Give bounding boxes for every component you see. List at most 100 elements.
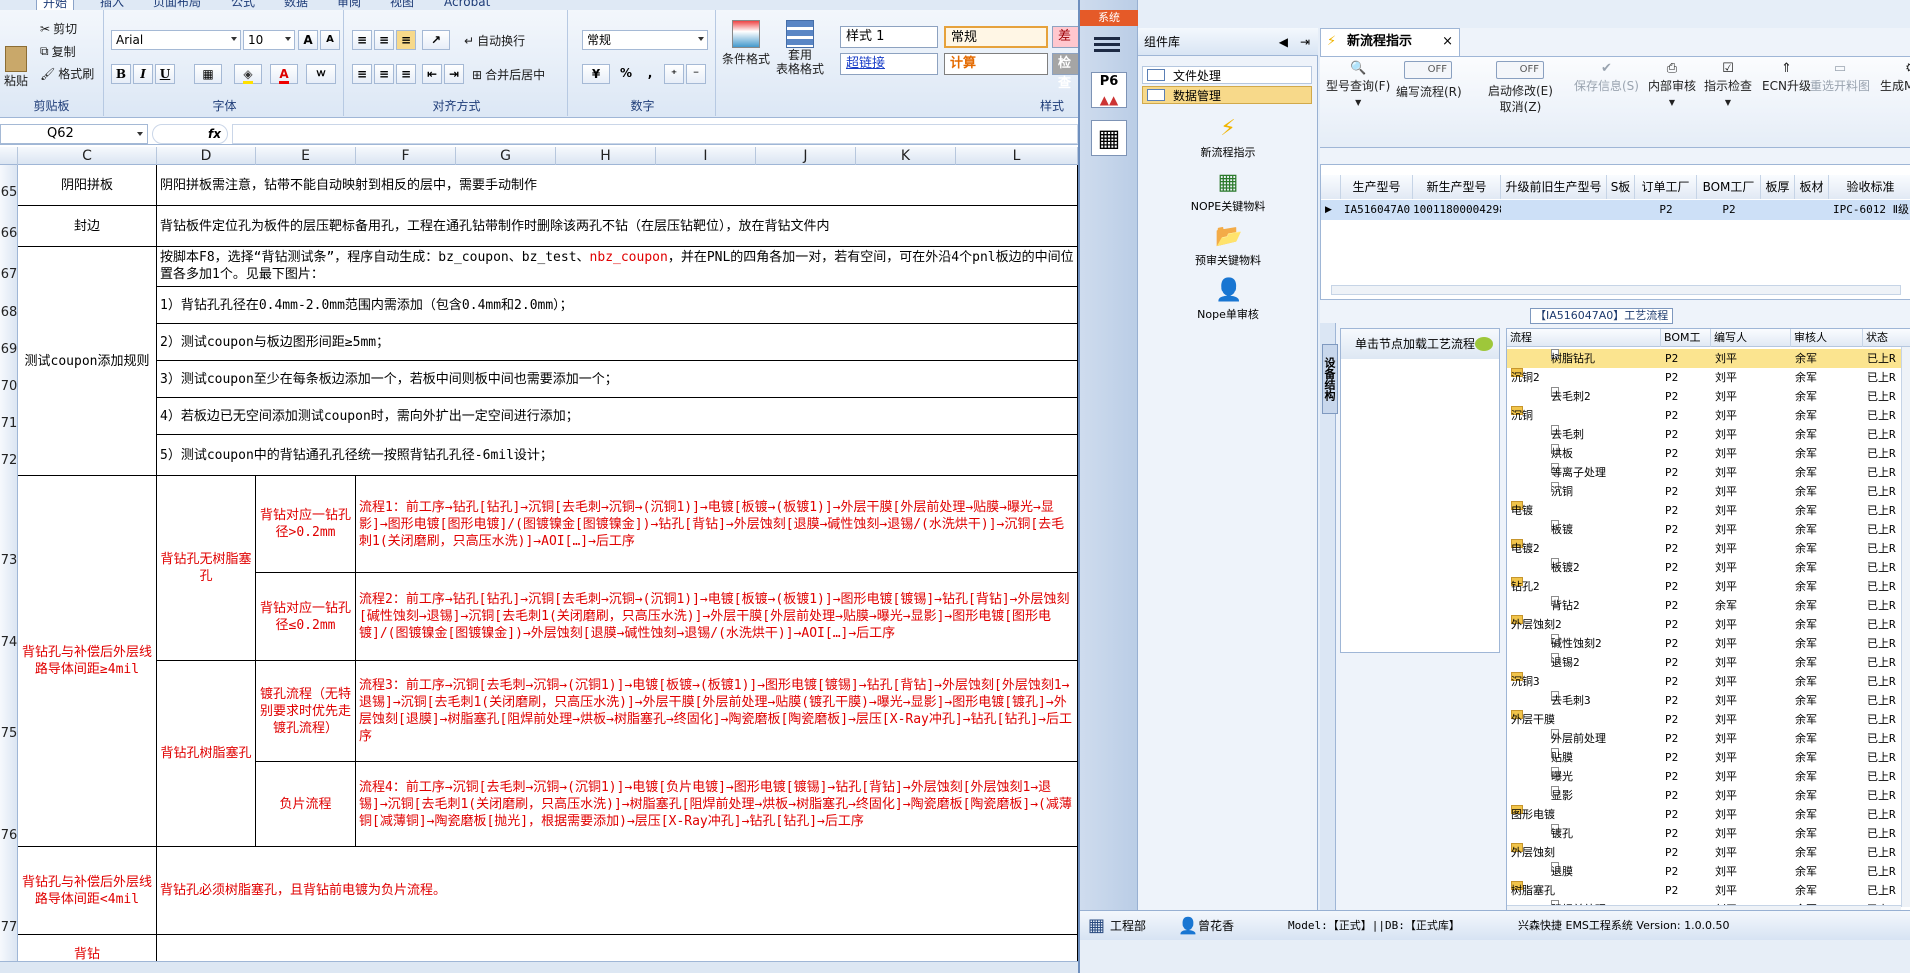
tab-formulas[interactable]: 公式 [231, 0, 255, 10]
tree-row[interactable]: 外层前处理 P2 刘平 余军 已上R [1507, 729, 1910, 748]
column-header[interactable]: C [18, 147, 157, 165]
tab-acrobat[interactable]: Acrobat [444, 0, 490, 10]
percent-button[interactable]: % [616, 64, 636, 84]
generate-mi-button[interactable]: ⚙ 生成MI流程 [1880, 61, 1910, 94]
edit-flow-button[interactable]: 编写流程(R) [1396, 83, 1462, 100]
italic-button[interactable]: I [133, 64, 153, 84]
tree-row[interactable]: 显影 P2 刘平 余军 已上R [1507, 786, 1910, 805]
column-header[interactable]: J [756, 147, 856, 165]
increase-indent-button[interactable]: ⇥ [444, 64, 464, 84]
tab-view[interactable]: 视图 [390, 0, 414, 10]
grid-cell[interactable] [1607, 200, 1635, 220]
cell-cond[interactable]: 镀孔流程（无特别要求时优先走镀孔流程） [256, 661, 356, 762]
tree-row[interactable]: 树脂钻孔 P2 刘平 余军 已上R [1507, 349, 1910, 368]
tree-row[interactable]: 板镀 P2 刘平 余军 已上R [1507, 520, 1910, 539]
number-format-select[interactable]: 常规 [582, 30, 708, 50]
tree-row[interactable]: −电镀2P2刘平余军已上R [1507, 539, 1910, 558]
tree-row[interactable]: 烘板 P2 刘平 余军 已上R [1507, 444, 1910, 463]
tree-row[interactable]: −外层蚀刻P2刘平余军已上R [1507, 843, 1910, 862]
tree-row[interactable]: 曝光 P2 刘平 余军 已上R [1507, 767, 1910, 786]
row-header[interactable]: 74 [0, 635, 18, 650]
decrease-indent-button[interactable]: ⇤ [422, 64, 442, 84]
grid-cell[interactable]: IPC-6012 Ⅱ级 [1829, 200, 1910, 220]
tab-page-layout[interactable]: 页面布局 [153, 0, 201, 10]
grid-header[interactable]: 订单工厂 [1635, 175, 1697, 199]
horizontal-scrollbar[interactable] [1331, 285, 1901, 295]
row-header[interactable]: 76 [0, 828, 18, 843]
grid-header[interactable]: 验收标准 [1829, 175, 1910, 199]
font-size-select[interactable]: 10 [243, 30, 295, 50]
tree-row[interactable]: 碱性蚀刻2 P2 刘平 余军 已上R [1507, 634, 1910, 653]
tree-row[interactable]: −沉铜2P2刘平余军已上R [1507, 368, 1910, 387]
cell-label[interactable]: 封边 [18, 206, 157, 247]
cell-label[interactable]: 阴阳拼板 [18, 165, 157, 206]
cell-text[interactable]: 背钻孔必须树脂塞孔，且背钻前电镀为负片流程。 [157, 847, 1078, 935]
format-as-table-button[interactable]: 套用 表格格式 [776, 20, 824, 76]
vertical-scrollbar[interactable] [1901, 347, 1910, 907]
cell-text[interactable]: 4）若板边已无空间添加测试coupon时，需向外扩出一定空间进行添加； [157, 398, 1078, 435]
cell-flow[interactable]: 流程3：前工序→沉铜[去毛刺→沉铜→(沉铜1)]→电镀[板镀→(板镀1)]→图形… [356, 661, 1078, 762]
grid-cell[interactable] [1501, 200, 1607, 220]
conditional-format-button[interactable]: 条件格式 [722, 20, 770, 67]
tree-col-header[interactable]: 编写人 [1711, 329, 1791, 347]
underline-button[interactable]: U [155, 64, 175, 84]
grid-cell[interactable] [1795, 200, 1829, 220]
tree-row[interactable]: 贴膜 P2 刘平 余军 已上R [1507, 748, 1910, 767]
increase-decimal-button[interactable]: ⁺ [664, 64, 684, 84]
format-painter-button[interactable]: 🖌 格式刷 [40, 65, 94, 82]
pin-icon[interactable]: ⇥ [1300, 28, 1310, 56]
prereview-key-material-item[interactable]: 📂 预审关键物料 [1138, 224, 1318, 268]
cell-flow[interactable]: 流程4：前工序→沉铜[去毛刺→沉铜→(沉铜1)]→电镀[负片电镀]→图形电镀[镀… [356, 762, 1078, 847]
tab-insert[interactable]: 插入 [100, 0, 124, 10]
tree-col-header[interactable]: 审核人 [1791, 329, 1863, 347]
insert-function-button[interactable]: fx [152, 124, 228, 144]
tree-row[interactable]: −树脂塞孔P2刘平余军已上R [1507, 881, 1910, 900]
tree-row[interactable]: −电镀P2刘平余军已上R [1507, 501, 1910, 520]
tree-row[interactable]: 去毛刺2 P2 刘平 余军 已上R [1507, 387, 1910, 406]
row-header[interactable]: 69 [0, 342, 18, 357]
grid-header[interactable]: 生产型号 [1341, 175, 1413, 199]
column-header[interactable]: E [256, 147, 356, 165]
row-header[interactable]: 70 [0, 379, 18, 394]
row-header[interactable]: 65 [0, 185, 18, 200]
enable-edit-toggle[interactable]: OFF [1496, 61, 1544, 79]
cell-text[interactable]: 2）测试coupon与板边图形间距≥5mm； [157, 324, 1078, 361]
font-name-select[interactable]: Arial [111, 30, 241, 50]
comma-button[interactable]: , [640, 64, 660, 84]
style-calculation[interactable]: 计算 [944, 53, 1048, 75]
enable-edit-button[interactable]: 启动修改(E) 取消(Z) [1488, 83, 1553, 115]
calculator-button[interactable]: ▦ [1091, 120, 1127, 156]
grid-header[interactable]: BOM工厂 [1697, 175, 1761, 199]
fill-color-button[interactable]: ◈ [234, 64, 262, 84]
name-box[interactable]: Q62 [0, 124, 148, 144]
cell-sub[interactable]: 背钻孔树脂塞孔 [157, 661, 256, 847]
copy-button[interactable]: ⧉ 复制 [40, 43, 76, 60]
align-top-button[interactable]: ≡ [352, 30, 372, 50]
font-color-button[interactable]: A [270, 64, 298, 84]
grid-header[interactable]: 升级前旧生产型号 [1501, 175, 1607, 199]
style-normal[interactable]: 常规 [944, 26, 1048, 48]
cell-text[interactable]: 按脚本F8，选择“背钻测试条”，程序自动生成：bz_coupon、bz_test… [157, 247, 1078, 287]
system-badge[interactable]: 系统 [1080, 10, 1138, 26]
nope-key-material-item[interactable]: ▦ NOPE关键物料 [1138, 170, 1318, 214]
merge-center-button[interactable]: ⊞ 合并后居中 [472, 66, 545, 83]
cell-label[interactable]: 背钻孔与补偿后外层线路导体间距<4mil [18, 847, 157, 935]
cell-label[interactable]: 背钻孔与补偿后外层线路导体间距≥4mil [18, 476, 157, 847]
tab-home[interactable]: 开始 [36, 0, 75, 10]
phonetic-button[interactable]: ｗ [306, 64, 336, 84]
tab-data[interactable]: 数据 [284, 0, 308, 10]
indicate-check-button[interactable]: ☑ 指示检查 ▼ [1704, 61, 1752, 108]
tab-new-flow-indication[interactable]: ⚡ 新流程指示 × [1320, 28, 1460, 56]
comp-item-file-processing[interactable]: 文件处理 [1142, 66, 1312, 84]
row-header[interactable]: 75 [0, 726, 18, 741]
cell-text[interactable]: 阴阳拼板需注意，钻带不能自动映射到相反的层中，需要手动制作 [157, 165, 1078, 206]
tree-row[interactable]: −外层干膜P2刘平余军已上R [1507, 710, 1910, 729]
align-right-button[interactable]: ≡ [396, 64, 416, 84]
row-header[interactable]: 66 [0, 226, 18, 241]
close-icon[interactable]: × [1442, 29, 1453, 55]
tree-col-header[interactable]: BOM工厂 [1661, 329, 1711, 362]
row-header[interactable]: 67 [0, 267, 18, 282]
align-left-button[interactable]: ≡ [352, 64, 372, 84]
internal-review-button[interactable]: ⎙ 内部审核 ▼ [1648, 61, 1696, 108]
cell-text[interactable]: 背钻板件定位孔为板件的层压靶标备用孔，工程在通孔钻带制作时删除该两孔不钻（在层压… [157, 206, 1078, 247]
